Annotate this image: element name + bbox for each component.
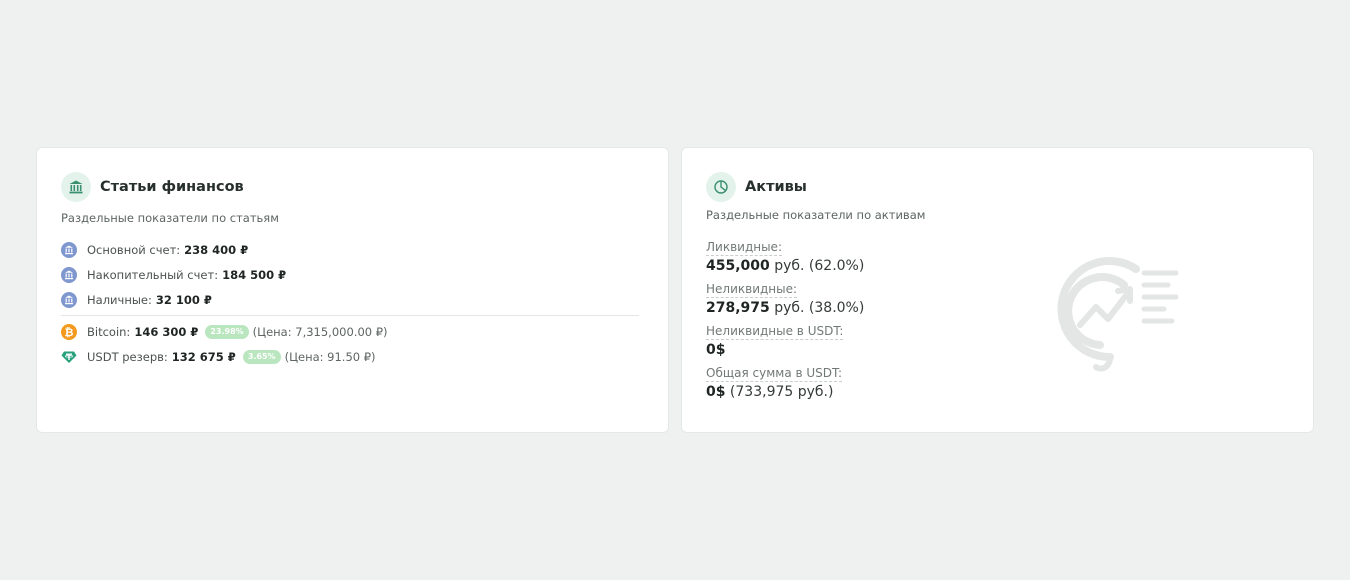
asset-suffix: руб. (62.0%) [769,258,865,274]
account-label: Основной счет: [87,242,181,257]
crypto-price: (Цена: 91.50 ₽) [284,349,376,364]
asset-suffix: (733,975 руб.) [725,384,834,400]
account-value: 238 400 ₽ [184,242,249,257]
crypto-value: 146 300 ₽ [134,324,199,339]
finance-list: Основной счет: 238 400 ₽ Накопительный с… [61,237,639,369]
growth-chart-icon [1040,249,1180,383]
finance-card-subtitle: Раздельные показатели по статьям [61,211,279,225]
account-value: 184 500 ₽ [222,267,287,282]
assets-card-subtitle: Раздельные показатели по активам [706,208,926,222]
crypto-label: USDT резерв: [87,349,168,364]
bank-icon [61,241,77,258]
asset-suffix: руб. (38.0%) [769,300,865,316]
asset-item-liquid: Ликвидные: 455,000 руб. (62.0%) [706,236,864,276]
assets-list: Ликвидные: 455,000 руб. (62.0%) Неликвид… [706,236,864,404]
asset-value: 0$ [706,384,726,400]
account-row-cash: Наличные: 32 100 ₽ [61,287,639,312]
bank-icon [61,266,77,283]
asset-value: 278,975 [706,300,770,316]
asset-value-row: 0$ (733,975 руб.) [706,382,864,402]
account-label: Наличные: [87,292,152,307]
crypto-row-usdt: USDT резерв: 132 675 ₽ 3.65% (Цена: 91.5… [61,344,639,369]
asset-item-illiquid: Неликвидные: 278,975 руб. (38.0%) [706,278,864,318]
assets-card-title: Активы [745,179,807,195]
finance-card-title: Статьи финансов [100,179,244,195]
asset-value-row: 455,000 руб. (62.0%) [706,256,864,276]
svg-text:₿: ₿ [65,325,74,338]
crypto-value: 132 675 ₽ [171,349,236,364]
account-row-savings: Накопительный счет: 184 500 ₽ [61,262,639,287]
account-row-main: Основной счет: 238 400 ₽ [61,237,639,262]
bank-icon [61,172,91,202]
divider [61,315,639,316]
asset-value: 455,000 [706,258,770,274]
crypto-row-bitcoin: ₿ Bitcoin: 146 300 ₽ 23.98% (Цена: 7,315… [61,319,639,344]
finance-card: Статьи финансов Раздельные показатели по… [36,147,669,433]
assets-card: Активы Раздельные показатели по активам … [681,147,1314,433]
asset-value: 0$ [706,342,726,358]
pie-chart-icon [706,172,736,202]
asset-item-total-usdt: Общая сумма в USDT: 0$ (733,975 руб.) [706,362,864,402]
asset-label[interactable]: Неликвидные: [706,281,798,298]
asset-label[interactable]: Общая сумма в USDT: [706,365,843,382]
bitcoin-icon: ₿ [61,323,77,340]
account-value: 32 100 ₽ [155,292,212,307]
assets-card-header: Активы [706,172,807,202]
finance-card-header: Статьи финансов [61,172,244,202]
asset-value-row: 0$ [706,340,864,360]
crypto-price: (Цена: 7,315,000.00 ₽) [252,324,388,339]
percent-badge: 3.65% [242,349,281,364]
asset-item-illiquid-usdt: Неликвидные в USDT: 0$ [706,320,864,360]
account-label: Накопительный счет: [87,267,219,282]
crypto-label: Bitcoin: [87,324,131,339]
asset-label[interactable]: Неликвидные в USDT: [706,323,844,340]
asset-label[interactable]: Ликвидные: [706,239,782,256]
asset-value-row: 278,975 руб. (38.0%) [706,298,864,318]
bank-icon [61,291,77,308]
percent-badge: 23.98% [205,324,249,339]
tether-icon [61,349,77,365]
